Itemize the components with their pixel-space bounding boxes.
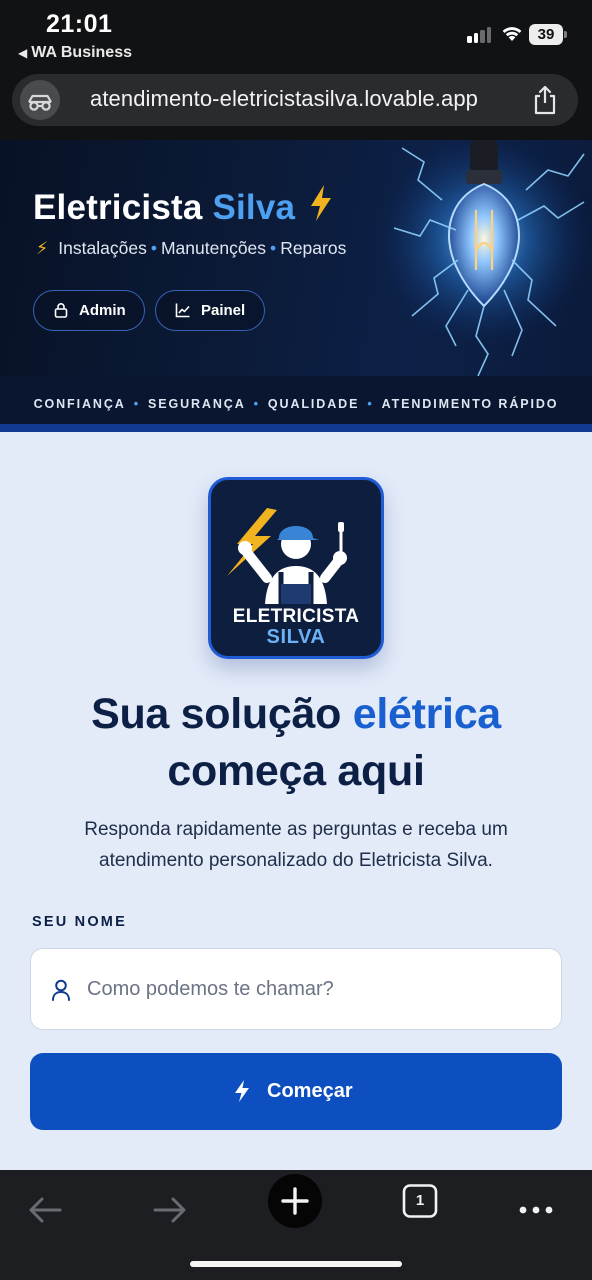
brand-main: Eletricista <box>33 188 203 227</box>
value-seguranca: SEGURANÇA <box>147 397 246 411</box>
small-bolt-icon: ⚡ <box>36 238 49 258</box>
value-qualidade: QUALIDADE <box>267 397 360 411</box>
tagline: ⚡ Instalações • Manutenções • Reparos <box>36 238 347 258</box>
signal-icon <box>467 25 495 43</box>
start-button-label: Começar <box>267 1080 353 1102</box>
lightning-bolt-icon <box>311 185 331 221</box>
headline-part-1: Sua solução <box>91 690 342 738</box>
page-subtitle: Responda rapidamente as perguntas e rece… <box>84 819 508 871</box>
share-icon[interactable] <box>530 84 560 116</box>
status-bar: 21:01 ◀ WA Business 39 <box>0 0 592 70</box>
brand-title: Eletricista Silva <box>33 188 295 228</box>
plus-icon <box>281 1187 309 1215</box>
more-dots-icon[interactable] <box>516 1180 556 1240</box>
admin-label: Admin <box>79 302 126 319</box>
value-atendimento: ATENDIMENTO RÁPIDO <box>381 397 559 411</box>
painel-button[interactable]: Painel <box>155 290 265 331</box>
status-time: 21:01 <box>46 10 113 38</box>
name-input[interactable] <box>87 969 547 1009</box>
start-button[interactable]: Começar <box>30 1053 562 1130</box>
back-to-app-link[interactable]: ◀ WA Business <box>18 44 132 62</box>
url-text[interactable]: atendimento-eletricistasilva.lovable.app <box>90 86 478 112</box>
headline-part-2: começa aqui <box>167 747 425 795</box>
headline-accent: elétrica <box>352 690 502 738</box>
brand-accent: Silva <box>212 188 296 227</box>
logo-line-1: ELETRICISTA <box>232 606 360 627</box>
arrow-left-icon[interactable] <box>22 1180 68 1240</box>
web-page: Eletricista Silva ⚡ Instalações • Manutençõ… <box>0 140 592 1170</box>
name-field-label: SEU NOME <box>32 914 127 930</box>
home-indicator <box>190 1261 402 1267</box>
new-tab-button[interactable] <box>268 1174 322 1228</box>
tab-count: 1 <box>415 1192 425 1209</box>
site-settings-icon[interactable] <box>20 80 60 120</box>
chart-line-icon <box>175 303 190 318</box>
battery-icon: 39 <box>529 24 569 45</box>
tagline-item-instalacoes: Instalações <box>58 238 147 258</box>
lightbulb-image <box>374 140 592 376</box>
lightning-icon <box>235 1080 249 1102</box>
arrow-right-icon[interactable] <box>147 1180 193 1240</box>
user-icon <box>52 979 70 1001</box>
wifi-icon <box>502 27 522 41</box>
page-headline: Sua solução elétrica começa aqui <box>0 686 592 800</box>
browser-toolbar: 1 <box>0 1170 592 1280</box>
address-bar[interactable]: atendimento-eletricistasilva.lovable.app <box>12 74 578 126</box>
name-field[interactable] <box>30 948 562 1030</box>
tab-switcher-button[interactable]: 1 <box>402 1184 438 1218</box>
hero-banner: Eletricista Silva ⚡ Instalações • Manutençõ… <box>0 140 592 376</box>
value-confianca: CONFIANÇA <box>33 397 126 411</box>
battery-level: 39 <box>529 24 563 45</box>
lock-icon <box>54 303 68 318</box>
values-strip: CONFIANÇA • SEGURANÇA • QUALIDADE • ATENDIMENT… <box>0 376 592 432</box>
logo-line-2: SILVA <box>266 626 326 648</box>
admin-button[interactable]: Admin <box>33 290 145 331</box>
back-app-label: WA Business <box>31 44 132 61</box>
values-text: CONFIANÇA • SEGURANÇA • QUALIDADE • ATENDIMENT… <box>33 397 559 411</box>
painel-label: Painel <box>201 302 246 319</box>
browser-address-area: atendimento-eletricistasilva.lovable.app <box>0 70 592 140</box>
tagline-item-reparos: Reparos <box>280 238 347 258</box>
brand-logo: ELETRICISTA SILVA <box>208 477 384 659</box>
tagline-item-manutencoes: Manutenções <box>160 238 267 258</box>
back-triangle-icon: ◀ <box>18 46 28 60</box>
